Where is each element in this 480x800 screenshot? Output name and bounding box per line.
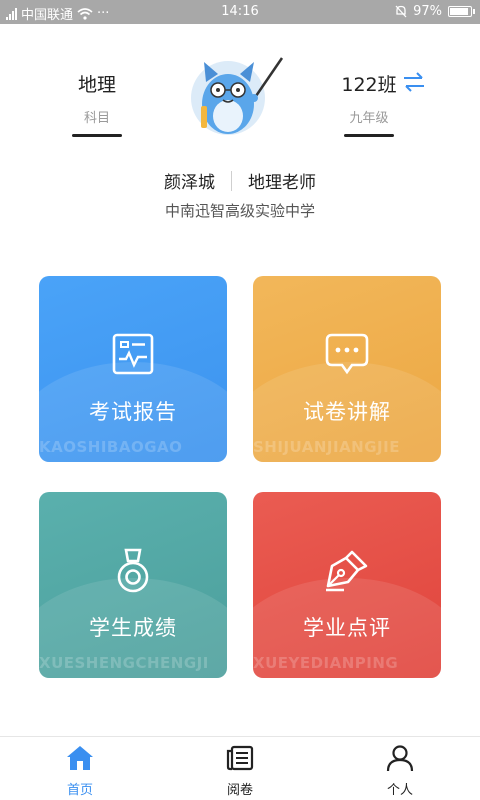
- teacher-role: 地理老师: [248, 173, 316, 193]
- card-watermark: SHIJUANJIANGJIE: [253, 438, 400, 456]
- person-icon: [386, 745, 414, 772]
- status-bar: 中国联通 ··· 14:16 97%: [0, 0, 480, 24]
- home-icon: [67, 746, 93, 770]
- papers-icon: [226, 745, 254, 771]
- teacher-info: 颜泽城 地理老师: [0, 168, 480, 193]
- chat-icon: [325, 333, 369, 375]
- class-value: 122班: [341, 74, 397, 96]
- tab-label: 阅卷: [226, 783, 253, 798]
- subject-selector[interactable]: 地理 科目: [62, 70, 132, 137]
- class-underline: [344, 134, 394, 137]
- teacher-name: 颜泽城: [164, 173, 215, 193]
- card-title: 学生成绩: [89, 616, 177, 640]
- switch-class-icon[interactable]: [400, 70, 428, 94]
- card-title: 学业点评: [303, 616, 391, 640]
- card-watermark: KAOSHIBAOGAO: [39, 438, 183, 456]
- academic-review-card[interactable]: 学业点评 XUEYEDIANPING: [253, 492, 441, 678]
- tab-label: 个人: [386, 783, 413, 798]
- card-title: 考试报告: [89, 400, 177, 424]
- tab-label: 首页: [66, 783, 93, 798]
- bottom-tab-bar: 首页 阅卷 个人: [0, 736, 480, 800]
- card-watermark: XUESHENGCHENGJI: [39, 654, 209, 672]
- mascot-avatar: [188, 52, 294, 140]
- tab-marking[interactable]: 阅卷: [160, 737, 320, 800]
- card-watermark: XUEYEDIANPING: [253, 654, 399, 672]
- subject-value: 地理: [77, 74, 116, 96]
- battery-icon: [448, 6, 475, 17]
- medal-icon: [117, 548, 149, 593]
- tab-profile[interactable]: 个人: [320, 737, 480, 800]
- teacher-divider: [231, 170, 232, 191]
- student-scores-card[interactable]: 学生成绩 XUESHENGCHENGJI: [39, 492, 227, 678]
- pen-icon: [326, 550, 368, 592]
- class-selector[interactable]: 122班 九年级: [330, 70, 408, 137]
- bell-muted-icon: [395, 5, 407, 18]
- battery-percent: 97%: [413, 4, 442, 19]
- card-title: 试卷讲解: [303, 400, 391, 424]
- subject-label: 科目: [83, 111, 110, 126]
- tab-home[interactable]: 首页: [0, 737, 160, 800]
- paper-explanation-card[interactable]: 试卷讲解 SHIJUANJIANGJIE: [253, 276, 441, 462]
- report-icon: [112, 333, 154, 375]
- exam-report-card[interactable]: 考试报告 KAOSHIBAOGAO: [39, 276, 227, 462]
- status-right: 97%: [395, 4, 475, 19]
- grade-label: 九年级: [349, 111, 389, 126]
- subject-underline: [72, 134, 122, 137]
- school-name: 中南迅智高级实验中学: [164, 202, 315, 220]
